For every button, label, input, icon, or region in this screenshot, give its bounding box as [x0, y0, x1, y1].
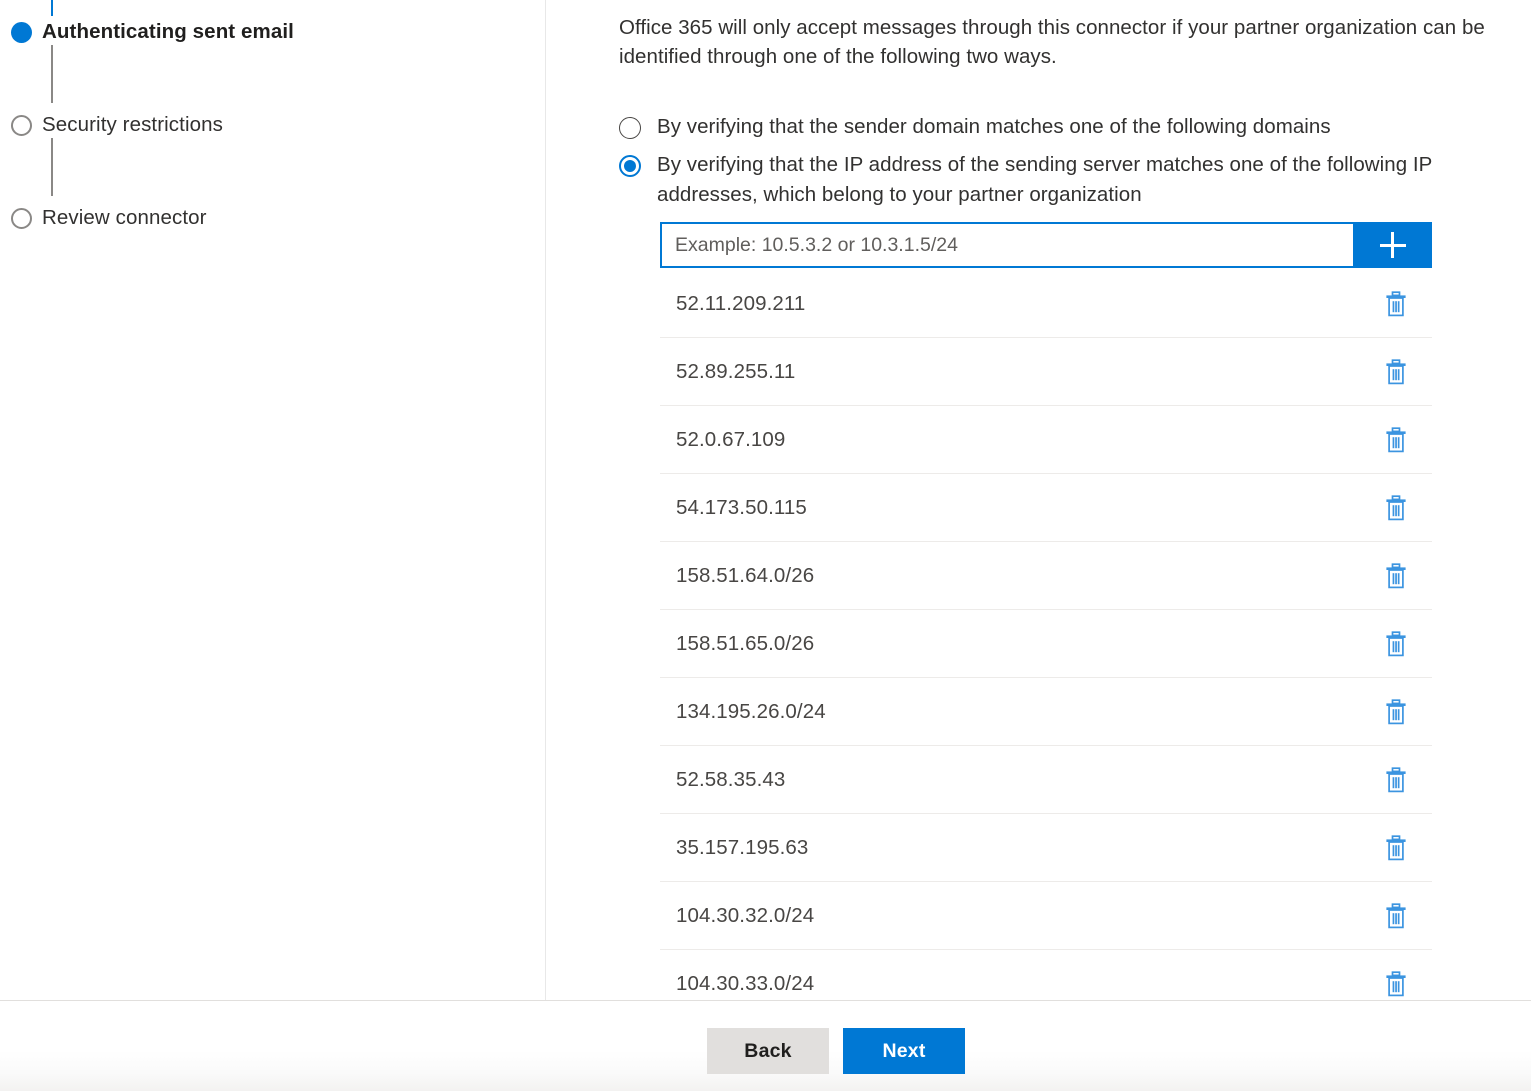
delete-ip-button[interactable] — [1366, 348, 1426, 396]
footer-button-group: Back Next — [707, 1028, 965, 1074]
trash-icon — [1384, 291, 1408, 317]
sidebar-item-review-connector[interactable]: Review connector — [0, 198, 545, 238]
trash-icon — [1384, 835, 1408, 861]
trash-icon — [1384, 359, 1408, 385]
step-marker-3 — [0, 198, 42, 238]
trash-icon — [1384, 767, 1408, 793]
ip-list-value: 52.58.35.43 — [660, 768, 1366, 792]
intro-description: Office 365 will only accept messages thr… — [619, 13, 1531, 71]
rail-line-segment-2 — [51, 138, 53, 196]
delete-ip-button[interactable] — [1366, 824, 1426, 872]
ip-list-value: 158.51.64.0/26 — [660, 564, 1366, 588]
wizard-footer: Back Next — [0, 1000, 1531, 1091]
trash-icon — [1384, 563, 1408, 589]
ip-list-row: 54.173.50.115 — [660, 474, 1432, 542]
ip-address-entry-row — [660, 222, 1432, 268]
step-label-1: Authenticating sent email — [42, 20, 294, 44]
ip-list-value: 52.0.67.109 — [660, 428, 1366, 452]
trash-icon — [1384, 495, 1408, 521]
ip-list-value: 35.157.195.63 — [660, 836, 1366, 860]
delete-ip-button[interactable] — [1366, 756, 1426, 804]
ip-list-row: 158.51.64.0/26 — [660, 542, 1432, 610]
radio-control-sender-domain[interactable] — [619, 117, 641, 139]
radio-label-sender-domain: By verifying that the sender domain matc… — [657, 112, 1331, 142]
step-marker-2 — [0, 105, 42, 145]
delete-ip-button[interactable] — [1366, 416, 1426, 464]
radio-option-ip-address[interactable]: By verifying that the IP address of the … — [619, 150, 1524, 210]
next-button[interactable]: Next — [843, 1028, 965, 1074]
rail-line-segment-1 — [51, 45, 53, 103]
filled-dot-icon — [11, 22, 32, 43]
trash-icon — [1384, 631, 1408, 657]
wizard-step-rail: Authenticating sent email Security restr… — [0, 0, 545, 1000]
ip-address-list: 52.11.209.211 52.89.255.11 52.0.67.109 54.1… — [660, 270, 1432, 1018]
hollow-circle-icon — [11, 115, 32, 136]
ip-list-row: 52.89.255.11 — [660, 338, 1432, 406]
step-label-3: Review connector — [42, 206, 207, 230]
radio-label-ip-address: By verifying that the IP address of the … — [657, 150, 1487, 210]
radio-dot-icon — [624, 160, 636, 172]
radio-option-sender-domain[interactable]: By verifying that the sender domain matc… — [619, 112, 1524, 142]
delete-ip-button[interactable] — [1366, 688, 1426, 736]
hollow-circle-icon — [11, 208, 32, 229]
sidebar-item-security-restrictions[interactable]: Security restrictions — [0, 105, 545, 145]
radio-control-ip-address[interactable] — [619, 155, 641, 177]
ip-list-row: 52.0.67.109 — [660, 406, 1432, 474]
wizard-page: Authenticating sent email Security restr… — [0, 0, 1531, 1091]
ip-list-row: 134.195.26.0/24 — [660, 678, 1432, 746]
ip-list-value: 52.89.255.11 — [660, 360, 1366, 384]
delete-ip-button[interactable] — [1366, 484, 1426, 532]
ip-list-row: 158.51.65.0/26 — [660, 610, 1432, 678]
ip-list-value: 104.30.33.0/24 — [660, 972, 1366, 996]
plus-icon — [1380, 232, 1406, 258]
step-marker-1 — [0, 12, 42, 52]
trash-icon — [1384, 971, 1408, 997]
delete-ip-button[interactable] — [1366, 280, 1426, 328]
ip-list-row: 104.30.32.0/24 — [660, 882, 1432, 950]
trash-icon — [1384, 903, 1408, 929]
back-button[interactable]: Back — [707, 1028, 829, 1074]
step-label-2: Security restrictions — [42, 113, 223, 137]
ip-list-row: 52.58.35.43 — [660, 746, 1432, 814]
trash-icon — [1384, 427, 1408, 453]
add-ip-address-button[interactable] — [1353, 222, 1432, 268]
delete-ip-button[interactable] — [1366, 620, 1426, 668]
ip-list-row: 52.11.209.211 — [660, 270, 1432, 338]
trash-icon — [1384, 699, 1408, 725]
ip-list-row: 35.157.195.63 — [660, 814, 1432, 882]
authentication-method-radio-group: By verifying that the sender domain matc… — [619, 112, 1524, 218]
ip-list-value: 54.173.50.115 — [660, 496, 1366, 520]
wizard-body: Authenticating sent email Security restr… — [0, 0, 1531, 1000]
delete-ip-button[interactable] — [1366, 892, 1426, 940]
ip-list-value: 104.30.32.0/24 — [660, 904, 1366, 928]
ip-list-value: 158.51.65.0/26 — [660, 632, 1366, 656]
sidebar-item-authenticating-sent-email[interactable]: Authenticating sent email — [0, 12, 545, 52]
ip-list-value: 52.11.209.211 — [660, 292, 1366, 316]
delete-ip-button[interactable] — [1366, 552, 1426, 600]
ip-list-value: 134.195.26.0/24 — [660, 700, 1366, 724]
ip-address-input[interactable] — [660, 222, 1353, 268]
radio-circle-icon — [619, 117, 641, 139]
